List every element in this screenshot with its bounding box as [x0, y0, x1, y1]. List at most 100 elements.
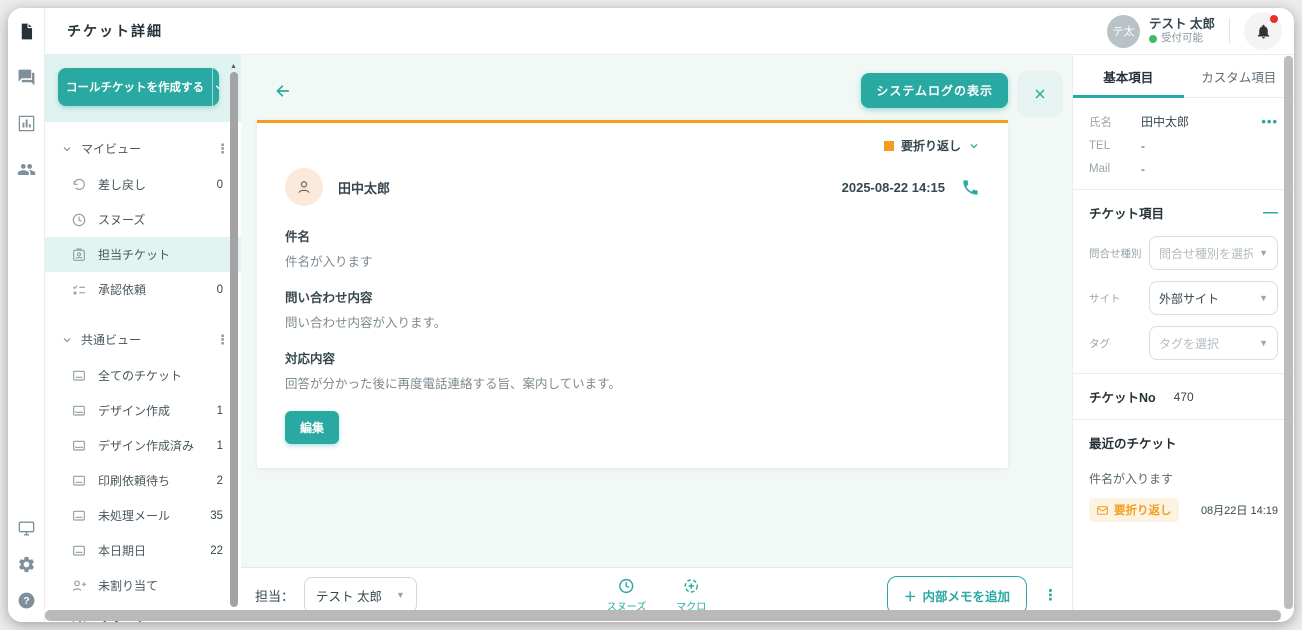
recent-ticket-subject[interactable]: 件名が入ります	[1089, 470, 1278, 487]
clock-icon	[71, 212, 87, 228]
sidebar-item-label: 担当チケット	[98, 246, 170, 263]
ticket-items-section-head: チケット項目 —	[1089, 203, 1278, 222]
view-monitor-icon	[71, 508, 87, 524]
assignee-select[interactable]: テスト 太郎 ▼	[304, 577, 417, 613]
inquiry-type-select[interactable]: 問合せ種別を選択して… ▼	[1149, 236, 1278, 270]
ticket-document-icon[interactable]	[17, 22, 36, 41]
members-icon[interactable]	[17, 160, 36, 179]
close-ticket-button[interactable]	[1017, 71, 1063, 117]
page-vertical-scrollbar[interactable]	[1284, 56, 1293, 609]
assignee-group: 担当： テスト 太郎 ▼	[255, 577, 417, 613]
sidebar-scrollbar[interactable]: ▲ ▼	[229, 63, 238, 616]
report-chart-icon[interactable]	[17, 114, 36, 133]
header-divider	[1229, 18, 1230, 44]
scrollbar-thumb[interactable]	[230, 72, 238, 607]
monitor-icon[interactable]	[17, 519, 36, 538]
macro-button[interactable]: マクロ	[676, 577, 706, 613]
sidebar-item-label: 全てのチケット	[98, 367, 182, 384]
tag-placeholder: タグを選択	[1159, 335, 1253, 352]
chat-icon[interactable]	[17, 68, 36, 87]
tab-basic-items[interactable]: 基本項目	[1073, 55, 1184, 97]
mail-label: Mail	[1089, 163, 1141, 175]
sidebar-item-label: 本日期日	[98, 542, 146, 559]
sidebar-item-unassigned[interactable]: 未割り当て	[45, 568, 241, 603]
item-count: 1	[217, 405, 223, 417]
views-list: マイビュー ⋮ 差し戻し 0 スヌーズ 担	[45, 122, 241, 622]
group-my-views[interactable]: マイビュー ⋮	[45, 130, 241, 167]
user-name: テスト 太郎	[1149, 17, 1215, 33]
response-field: 対応内容 回答が分かった後に再度電話連絡する旨、案内しています。	[285, 348, 980, 392]
caret-down-icon: ▼	[1259, 248, 1268, 258]
notification-dot	[1270, 15, 1278, 23]
status-square-icon	[884, 141, 894, 151]
system-log-button[interactable]: システムログの表示	[861, 73, 1008, 108]
scroll-up-arrow[interactable]: ▲	[230, 63, 237, 70]
assignee-value: テスト 太郎	[316, 586, 382, 605]
subject-label: 件名	[285, 226, 980, 245]
icon-rail: ?	[8, 8, 45, 622]
sidebar-item-print-waiting[interactable]: 印刷依頼待ち 2	[45, 463, 241, 498]
notification-bell-button[interactable]	[1244, 12, 1282, 50]
back-arrow-button[interactable]	[273, 81, 293, 101]
view-monitor-icon	[71, 438, 87, 454]
ticket-no-value: 470	[1174, 390, 1194, 404]
user-avatar[interactable]: テ太	[1107, 15, 1140, 48]
chevron-down-icon	[213, 81, 219, 94]
collapse-minus-icon[interactable]: —	[1263, 205, 1278, 220]
sidebar-item-design-create[interactable]: デザイン作成 1	[45, 393, 241, 428]
sidebar-item-all-tickets[interactable]: 全てのチケット	[45, 358, 241, 393]
sidebar-item-snooze[interactable]: スヌーズ	[45, 202, 241, 237]
sidebar-item-design-done[interactable]: デザイン作成済み 1	[45, 428, 241, 463]
phone-icon[interactable]	[961, 178, 980, 197]
sidebar-item-due-today[interactable]: 本日期日 22	[45, 533, 241, 568]
tag-label: タグ	[1089, 336, 1149, 351]
caret-down-icon: ▼	[396, 590, 405, 600]
footer-kebab-menu[interactable]: ⋮	[1043, 586, 1058, 604]
tag-select[interactable]: タグを選択 ▼	[1149, 326, 1278, 360]
tel-value: -	[1141, 139, 1145, 153]
view-monitor-icon	[71, 368, 87, 384]
divider	[1073, 419, 1294, 420]
ticket-no-row: チケットNo 470	[1089, 387, 1278, 406]
tag-row: タグ タグを選択 ▼	[1089, 326, 1278, 360]
group-label: マイビュー	[81, 140, 141, 157]
content-row: コールチケットを作成する マイビュー ⋮ 差し戻し	[45, 55, 1294, 622]
recent-status-badge[interactable]: 要折り返し	[1089, 498, 1179, 522]
edit-button[interactable]: 編集	[285, 411, 339, 444]
site-select[interactable]: 外部サイト ▼	[1149, 281, 1278, 315]
create-ticket-dropdown[interactable]	[212, 68, 219, 106]
name-row: 氏名 田中太郎 •••	[1089, 113, 1278, 130]
response-label: 対応内容	[285, 348, 980, 367]
sidebar-item-sashimodoshi[interactable]: 差し戻し 0	[45, 167, 241, 202]
header-right: テ太 テスト 太郎 受付可能	[1107, 12, 1282, 50]
snooze-button[interactable]: スヌーズ	[607, 577, 647, 613]
settings-gear-icon[interactable]	[17, 555, 36, 574]
sidebar-item-approval-requests[interactable]: 承認依頼 0	[45, 272, 241, 307]
site-label: サイト	[1089, 291, 1149, 306]
ticket-status-dropdown[interactable]: 要折り返し	[285, 133, 980, 162]
kebab-menu-icon[interactable]: ⋮	[216, 333, 229, 346]
tab-custom-items[interactable]: カスタム項目	[1184, 55, 1295, 97]
help-icon[interactable]: ?	[17, 591, 36, 610]
page-horizontal-scrollbar[interactable]	[45, 610, 1281, 621]
person-icon	[295, 178, 313, 196]
item-count: 35	[210, 510, 223, 522]
add-internal-memo-button[interactable]: ＋ 内部メモを追加	[887, 576, 1027, 615]
rail-bottom-group: ?	[17, 519, 36, 610]
kebab-menu-icon[interactable]: ⋮	[216, 142, 229, 155]
inquiry-type-label: 問合せ種別	[1089, 246, 1149, 261]
user-status[interactable]: 受付可能	[1149, 32, 1215, 45]
recent-tickets-title: 最近のチケット	[1089, 433, 1278, 452]
sidebar-item-unprocessed-mail[interactable]: 未処理メール 35	[45, 498, 241, 533]
sidebar-item-label: デザイン作成済み	[98, 437, 194, 454]
create-call-ticket-button[interactable]: コールチケットを作成する	[58, 68, 219, 106]
group-shared-views[interactable]: 共通ビュー ⋮	[45, 321, 241, 358]
bell-icon	[1255, 23, 1272, 40]
sidebar-item-assigned-tickets[interactable]: 担当チケット	[45, 237, 241, 272]
divider	[1073, 373, 1294, 374]
divider	[1073, 189, 1294, 190]
customer-avatar	[285, 168, 323, 206]
received-datetime: 2025-08-22 14:15	[842, 180, 945, 195]
group-label: 共通ビュー	[81, 331, 141, 348]
more-menu-icon[interactable]: •••	[1261, 114, 1278, 129]
